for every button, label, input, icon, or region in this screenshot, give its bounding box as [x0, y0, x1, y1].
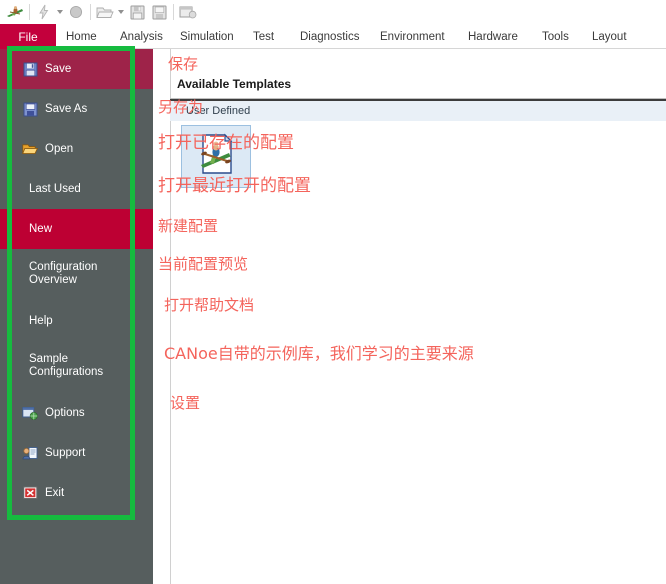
backstage-item-sample-configurations[interactable]: Sample Configurations	[0, 341, 153, 391]
open-dropdown-caret[interactable]	[116, 2, 126, 22]
open-folder-icon[interactable]	[94, 2, 116, 22]
chevron-down-icon	[57, 10, 63, 14]
content-divider	[170, 49, 171, 584]
open-folder-icon	[22, 141, 38, 157]
exit-close-icon	[22, 485, 38, 501]
save-as-icon[interactable]	[148, 2, 170, 22]
canoe-logo-icon[interactable]	[4, 2, 26, 22]
annotation-text: 打开帮助文档	[164, 296, 255, 314]
lightning-icon[interactable]	[33, 2, 55, 22]
backstage-item-label: Save	[45, 62, 72, 75]
support-person-icon	[22, 445, 38, 461]
annotation-text: 设置	[170, 394, 201, 412]
tab-test[interactable]: Test	[253, 24, 274, 49]
options-window-icon	[22, 405, 38, 421]
floppy-disk-blue-icon	[22, 101, 38, 117]
annotation-text: 当前配置预览	[158, 255, 249, 273]
backstage-item-configuration-overview[interactable]: Configuration Overview	[0, 249, 153, 299]
backstage-item-open[interactable]: Open	[0, 129, 153, 169]
annotation-text: 打开最近打开的配置	[158, 176, 311, 196]
annotation-text: 打开已存在的配置	[158, 133, 294, 153]
floppy-disk-icon	[22, 61, 38, 77]
backstage-item-label: Last Used	[29, 182, 81, 195]
annotation-text: 新建配置	[158, 217, 219, 235]
backstage-item-options[interactable]: Options	[0, 393, 153, 433]
backstage-menu: Save Save As Open Last Used New Configuration…	[0, 49, 153, 584]
backstage-item-label: Support	[45, 446, 86, 459]
tab-layout[interactable]: Layout	[592, 24, 627, 49]
backstage-item-label: Exit	[45, 486, 65, 499]
tab-home[interactable]: Home	[66, 24, 97, 49]
ribbon-tab-strip: File Home Analysis Simulation Test Diagnosti…	[0, 24, 666, 49]
lightning-dropdown-caret[interactable]	[55, 2, 65, 22]
annotation-text: 保存	[168, 55, 199, 73]
annotation-text: CANoe自带的示例库，我们学习的主要来源	[164, 344, 474, 363]
tab-diagnostics[interactable]: Diagnostics	[300, 24, 359, 49]
backstage-item-label: Options	[45, 406, 85, 419]
toolbar-separator-1	[29, 4, 30, 20]
backstage-item-help[interactable]: Help	[0, 301, 153, 341]
save-icon[interactable]	[126, 2, 148, 22]
backstage-item-support[interactable]: Support	[0, 433, 153, 473]
canoe-backstage-window: File Home Analysis Simulation Test Diagnosti…	[0, 0, 666, 584]
backstage-item-label: Sample Configurations	[29, 353, 104, 378]
annotation-text: 另存为	[158, 98, 204, 116]
page-title: Available Templates	[177, 77, 292, 91]
tab-hardware[interactable]: Hardware	[468, 24, 518, 49]
toolbar-separator-3	[173, 4, 174, 20]
chevron-down-icon	[118, 10, 124, 14]
tab-simulation[interactable]: Simulation	[180, 24, 234, 49]
tab-analysis[interactable]: Analysis	[120, 24, 163, 49]
backstage-item-save[interactable]: Save	[0, 49, 153, 89]
backstage-item-label: Configuration Overview	[29, 261, 98, 286]
backstage-item-label: Save As	[45, 102, 88, 115]
quick-access-toolbar	[0, 0, 666, 24]
toolbar-separator-2	[90, 4, 91, 20]
backstage-item-save-as[interactable]: Save As	[0, 89, 153, 129]
tab-tools[interactable]: Tools	[542, 24, 569, 49]
tab-file[interactable]: File	[0, 24, 56, 49]
new-window-icon[interactable]	[177, 2, 199, 22]
backstage-item-new[interactable]: New	[0, 209, 153, 249]
backstage-item-exit[interactable]: Exit	[0, 473, 153, 513]
backstage-item-last-used[interactable]: Last Used	[0, 169, 153, 209]
tab-environment[interactable]: Environment	[380, 24, 445, 49]
backstage-item-label: Open	[45, 142, 74, 155]
group-header-user-defined[interactable]: User Defined	[170, 99, 666, 121]
templates-content-pane: Available Templates User Defined	[153, 49, 666, 584]
backstage-item-label: New	[29, 222, 53, 235]
backstage-item-label: Help	[29, 314, 53, 327]
stop-circle-icon[interactable]	[65, 2, 87, 22]
